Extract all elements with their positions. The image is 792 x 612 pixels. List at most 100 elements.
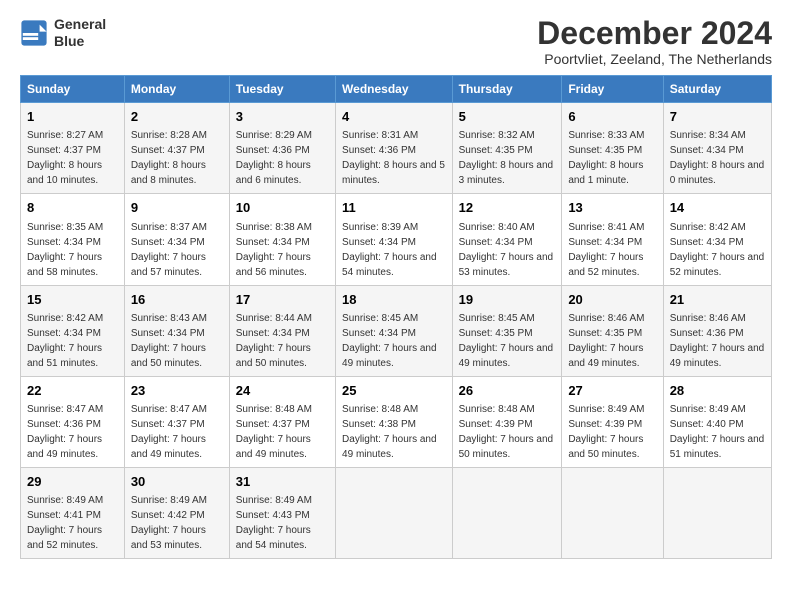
day-cell: 21Sunrise: 8:46 AMSunset: 4:36 PMDayligh… — [663, 285, 771, 376]
day-cell: 5 Sunrise: 8:32 AMSunset: 4:35 PMDaylight… — [452, 103, 562, 194]
day-cell — [452, 467, 562, 558]
header-sunday: Sunday — [21, 76, 125, 103]
day-number: 2 — [131, 108, 223, 126]
day-info: Sunrise: 8:33 AMSunset: 4:35 PMDaylight:… — [568, 130, 644, 186]
day-cell: 22 Sunrise: 8:47 AMSunset: 4:36 PMDayligh… — [21, 376, 125, 467]
day-info: Sunrise: 8:32 AMSunset: 4:35 PMDaylight:… — [459, 130, 554, 186]
day-info: Sunrise: 8:42 AMSunset: 4:34 PMDaylight:… — [27, 313, 103, 369]
week-row-5: 29 Sunrise: 8:49 AMSunset: 4:41 PMDayligh… — [21, 467, 772, 558]
header-monday: Monday — [124, 76, 229, 103]
header-thursday: Thursday — [452, 76, 562, 103]
day-number: 16 — [131, 291, 223, 309]
day-cell: 17 Sunrise: 8:44 AMSunset: 4:34 PMDayligh… — [229, 285, 335, 376]
header-row: SundayMondayTuesdayWednesdayThursdayFrid… — [21, 76, 772, 103]
day-cell: 26 Sunrise: 8:48 AMSunset: 4:39 PMDayligh… — [452, 376, 562, 467]
day-cell: 7 Sunrise: 8:34 AMSunset: 4:34 PMDaylight… — [663, 103, 771, 194]
calendar-table: SundayMondayTuesdayWednesdayThursdayFrid… — [20, 75, 772, 559]
day-cell: 1 Sunrise: 8:27 AMSunset: 4:37 PMDaylight… — [21, 103, 125, 194]
day-number: 22 — [27, 382, 118, 400]
subtitle: Poortvliet, Zeeland, The Netherlands — [537, 51, 772, 67]
week-row-4: 22 Sunrise: 8:47 AMSunset: 4:36 PMDayligh… — [21, 376, 772, 467]
day-number: 9 — [131, 199, 223, 217]
week-row-2: 8Sunrise: 8:35 AMSunset: 4:34 PMDaylight… — [21, 194, 772, 285]
day-info: Sunrise: 8:44 AMSunset: 4:34 PMDaylight:… — [236, 313, 312, 369]
week-row-1: 1 Sunrise: 8:27 AMSunset: 4:37 PMDaylight… — [21, 103, 772, 194]
day-number: 18 — [342, 291, 446, 309]
day-cell: 3 Sunrise: 8:29 AMSunset: 4:36 PMDaylight… — [229, 103, 335, 194]
day-number: 31 — [236, 473, 329, 491]
day-cell: 15 Sunrise: 8:42 AMSunset: 4:34 PMDayligh… — [21, 285, 125, 376]
day-info: Sunrise: 8:48 AMSunset: 4:39 PMDaylight:… — [459, 404, 554, 460]
day-number: 23 — [131, 382, 223, 400]
day-info: Sunrise: 8:45 AMSunset: 4:35 PMDaylight:… — [459, 313, 554, 369]
day-number: 26 — [459, 382, 556, 400]
day-cell: 20Sunrise: 8:46 AMSunset: 4:35 PMDayligh… — [562, 285, 663, 376]
day-info: Sunrise: 8:48 AMSunset: 4:37 PMDaylight:… — [236, 404, 312, 460]
day-cell: 16 Sunrise: 8:43 AMSunset: 4:34 PMDayligh… — [124, 285, 229, 376]
day-number: 8 — [27, 199, 118, 217]
day-info: Sunrise: 8:38 AMSunset: 4:34 PMDaylight:… — [236, 222, 312, 278]
calendar-header: SundayMondayTuesdayWednesdayThursdayFrid… — [21, 76, 772, 103]
day-number: 5 — [459, 108, 556, 126]
day-info: Sunrise: 8:49 AMSunset: 4:39 PMDaylight:… — [568, 404, 644, 460]
logo-text: General Blue — [54, 16, 106, 50]
day-info: Sunrise: 8:47 AMSunset: 4:36 PMDaylight:… — [27, 404, 103, 460]
day-cell: 12Sunrise: 8:40 AMSunset: 4:34 PMDayligh… — [452, 194, 562, 285]
day-number: 13 — [568, 199, 656, 217]
day-cell — [562, 467, 663, 558]
header-saturday: Saturday — [663, 76, 771, 103]
header-tuesday: Tuesday — [229, 76, 335, 103]
day-number: 10 — [236, 199, 329, 217]
day-cell: 30 Sunrise: 8:49 AMSunset: 4:42 PMDayligh… — [124, 467, 229, 558]
day-cell — [663, 467, 771, 558]
logo: General Blue — [20, 16, 106, 50]
day-info: Sunrise: 8:34 AMSunset: 4:34 PMDaylight:… — [670, 130, 765, 186]
calendar-body: 1 Sunrise: 8:27 AMSunset: 4:37 PMDaylight… — [21, 103, 772, 559]
day-cell: 10 Sunrise: 8:38 AMSunset: 4:34 PMDayligh… — [229, 194, 335, 285]
day-number: 29 — [27, 473, 118, 491]
day-cell: 18Sunrise: 8:45 AMSunset: 4:34 PMDayligh… — [336, 285, 453, 376]
day-info: Sunrise: 8:37 AMSunset: 4:34 PMDaylight:… — [131, 222, 207, 278]
day-cell: 31 Sunrise: 8:49 AMSunset: 4:43 PMDayligh… — [229, 467, 335, 558]
day-cell: 13 Sunrise: 8:41 AMSunset: 4:34 PMDayligh… — [562, 194, 663, 285]
day-number: 27 — [568, 382, 656, 400]
day-info: Sunrise: 8:49 AMSunset: 4:41 PMDaylight:… — [27, 495, 103, 551]
day-info: Sunrise: 8:49 AMSunset: 4:43 PMDaylight:… — [236, 495, 312, 551]
day-info: Sunrise: 8:29 AMSunset: 4:36 PMDaylight:… — [236, 130, 312, 186]
day-info: Sunrise: 8:40 AMSunset: 4:34 PMDaylight:… — [459, 222, 554, 278]
day-number: 21 — [670, 291, 765, 309]
day-number: 28 — [670, 382, 765, 400]
day-cell: 4Sunrise: 8:31 AMSunset: 4:36 PMDaylight… — [336, 103, 453, 194]
day-number: 7 — [670, 108, 765, 126]
day-info: Sunrise: 8:49 AMSunset: 4:40 PMDaylight:… — [670, 404, 765, 460]
day-number: 1 — [27, 108, 118, 126]
day-number: 30 — [131, 473, 223, 491]
day-info: Sunrise: 8:48 AMSunset: 4:38 PMDaylight:… — [342, 404, 437, 460]
day-number: 3 — [236, 108, 329, 126]
day-number: 14 — [670, 199, 765, 217]
day-number: 4 — [342, 108, 446, 126]
day-number: 17 — [236, 291, 329, 309]
logo-icon — [20, 19, 48, 47]
day-cell: 9 Sunrise: 8:37 AMSunset: 4:34 PMDaylight… — [124, 194, 229, 285]
day-number: 19 — [459, 291, 556, 309]
main-title: December 2024 — [537, 16, 772, 51]
day-cell: 19 Sunrise: 8:45 AMSunset: 4:35 PMDayligh… — [452, 285, 562, 376]
day-cell: 28 Sunrise: 8:49 AMSunset: 4:40 PMDayligh… — [663, 376, 771, 467]
day-info: Sunrise: 8:39 AMSunset: 4:34 PMDaylight:… — [342, 222, 437, 278]
day-info: Sunrise: 8:27 AMSunset: 4:37 PMDaylight:… — [27, 130, 103, 186]
day-number: 6 — [568, 108, 656, 126]
day-info: Sunrise: 8:47 AMSunset: 4:37 PMDaylight:… — [131, 404, 207, 460]
day-info: Sunrise: 8:41 AMSunset: 4:34 PMDaylight:… — [568, 222, 644, 278]
day-cell: 11Sunrise: 8:39 AMSunset: 4:34 PMDayligh… — [336, 194, 453, 285]
title-block: December 2024 Poortvliet, Zeeland, The N… — [537, 16, 772, 67]
day-info: Sunrise: 8:49 AMSunset: 4:42 PMDaylight:… — [131, 495, 207, 551]
day-number: 20 — [568, 291, 656, 309]
day-number: 25 — [342, 382, 446, 400]
day-info: Sunrise: 8:42 AMSunset: 4:34 PMDaylight:… — [670, 222, 765, 278]
day-number: 15 — [27, 291, 118, 309]
day-info: Sunrise: 8:43 AMSunset: 4:34 PMDaylight:… — [131, 313, 207, 369]
day-number: 24 — [236, 382, 329, 400]
day-cell: 14 Sunrise: 8:42 AMSunset: 4:34 PMDayligh… — [663, 194, 771, 285]
header-friday: Friday — [562, 76, 663, 103]
